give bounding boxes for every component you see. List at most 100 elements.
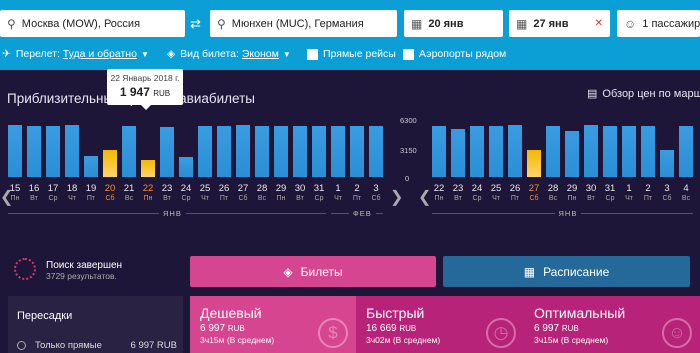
- day-label[interactable]: 19 Пт: [83, 183, 100, 202]
- price-bar[interactable]: [679, 126, 693, 177]
- tab-tickets[interactable]: ◈ Билеты: [190, 256, 436, 287]
- price-bar[interactable]: [470, 126, 484, 177]
- price-bar[interactable]: [65, 125, 79, 177]
- direct-flights-checkbox[interactable]: Прямые рейсы: [307, 48, 396, 60]
- direct-only-option[interactable]: Только прямые 6 997 RUB: [17, 340, 177, 351]
- price-bar[interactable]: [603, 126, 617, 177]
- price-bar[interactable]: [584, 125, 598, 177]
- day-label[interactable]: 17 Ср: [45, 183, 62, 202]
- weekday-label: Ср: [472, 195, 482, 202]
- price-bar[interactable]: [27, 126, 41, 177]
- price-bar[interactable]: [660, 150, 674, 177]
- day-label[interactable]: 2 Пт: [349, 183, 366, 202]
- nearby-airports-label: Аэропорты рядом: [419, 48, 507, 60]
- nearby-airports-checkbox[interactable]: Аэропорты рядом: [403, 48, 506, 60]
- day-label[interactable]: 24 Ср: [469, 183, 486, 202]
- sort-cheapest-card[interactable]: Дешевый 6 997 RUB 3ч15м (В среднем) $: [190, 296, 356, 353]
- clear-return-icon[interactable]: ✕: [595, 18, 603, 29]
- day-label[interactable]: 22 Пн: [431, 183, 448, 202]
- price-bar[interactable]: [293, 126, 307, 177]
- day-label[interactable]: 1 Чт: [330, 183, 347, 202]
- price-overview-link[interactable]: ▤ Обзор цен по маршруту: [587, 87, 700, 100]
- price-bar[interactable]: [103, 150, 117, 177]
- price-bar[interactable]: [489, 126, 503, 177]
- price-bar[interactable]: [84, 155, 98, 177]
- price-bar[interactable]: [350, 126, 364, 177]
- day-label[interactable]: 2 Пт: [640, 183, 657, 202]
- price-bar[interactable]: [46, 126, 60, 177]
- origin-field[interactable]: ⚲ Москва (MOW), Россия: [0, 10, 185, 37]
- price-bar[interactable]: [179, 156, 193, 177]
- price-bar[interactable]: [451, 129, 465, 177]
- day-label[interactable]: 22 Пн: [140, 183, 157, 202]
- day-label[interactable]: 30 Вт: [292, 183, 309, 202]
- day-label[interactable]: 3 Сб: [368, 183, 385, 202]
- ticket-icon: ◈: [167, 48, 176, 60]
- destination-field[interactable]: ⚲ Мюнхен (MUC), Германия: [210, 10, 397, 37]
- weekday-label: Сб: [662, 195, 672, 202]
- smile-icon: ☺: [662, 318, 692, 348]
- day-label[interactable]: 1 Чт: [621, 183, 638, 202]
- day-label[interactable]: 15 Пн: [7, 183, 24, 202]
- price-bar[interactable]: [369, 126, 383, 177]
- day-label[interactable]: 20 Сб: [102, 183, 119, 202]
- day-label[interactable]: 26 Пт: [216, 183, 233, 202]
- day-label[interactable]: 27 Сб: [235, 183, 252, 202]
- chart-next-arrow[interactable]: ❯: [390, 187, 403, 207]
- day-label[interactable]: 18 Чт: [64, 183, 81, 202]
- price-bar[interactable]: [141, 159, 155, 177]
- chart-prev-arrow-return[interactable]: ❮: [418, 187, 431, 207]
- tab-schedule[interactable]: ▦ Расписание: [443, 256, 690, 287]
- day-label[interactable]: 23 Вт: [159, 183, 176, 202]
- day-label[interactable]: 27 Сб: [526, 183, 543, 202]
- price-bar[interactable]: [331, 126, 345, 177]
- price-bar[interactable]: [217, 126, 231, 177]
- price-bar[interactable]: [622, 126, 636, 177]
- day-label[interactable]: 4 Вс: [678, 183, 695, 202]
- trip-type-label: Перелет:: [15, 48, 60, 60]
- price-bar[interactable]: [527, 150, 541, 177]
- trip-type-dropdown[interactable]: ✈ Перелет: Туда и обратно ▼: [2, 48, 149, 60]
- day-label[interactable]: 16 Вт: [26, 183, 43, 202]
- day-label[interactable]: 29 Пн: [273, 183, 290, 202]
- price-bar[interactable]: [565, 130, 579, 177]
- price-bar[interactable]: [274, 126, 288, 177]
- day-label[interactable]: 26 Пт: [507, 183, 524, 202]
- price-bar[interactable]: [508, 125, 522, 177]
- day-label[interactable]: 23 Вт: [450, 183, 467, 202]
- weekday-label: Чт: [334, 195, 342, 202]
- day-label[interactable]: 29 Пн: [564, 183, 581, 202]
- chevron-down-icon: ▼: [282, 49, 291, 59]
- price-bar[interactable]: [546, 126, 560, 177]
- weekday-label: Ср: [605, 195, 615, 202]
- sort-fastest-card[interactable]: Быстрый 16 669 RUB 3ч02м (В среднем) ◷: [356, 296, 524, 353]
- day-label[interactable]: 25 Чт: [197, 183, 214, 202]
- price-bar[interactable]: [641, 126, 655, 177]
- ticket-class-dropdown[interactable]: ◈ Вид билета: Эконом ▼: [167, 48, 291, 60]
- price-bar[interactable]: [198, 126, 212, 177]
- day-label[interactable]: 28 Вс: [545, 183, 562, 202]
- price-bar[interactable]: [8, 125, 22, 177]
- return-date-field[interactable]: ▦ 27 янв ✕: [509, 10, 610, 37]
- weekday-label: Ср: [314, 195, 324, 202]
- day-label[interactable]: 3 Сб: [659, 183, 676, 202]
- price-bar[interactable]: [122, 126, 136, 177]
- price-bar[interactable]: [236, 125, 250, 177]
- day-label[interactable]: 31 Ср: [602, 183, 619, 202]
- trip-type-value: Туда и обратно: [62, 48, 137, 60]
- swap-icon[interactable]: ⇄: [190, 16, 201, 32]
- day-label[interactable]: 25 Чт: [488, 183, 505, 202]
- day-label[interactable]: 31 Ср: [311, 183, 328, 202]
- sort-optimal-card[interactable]: Оптимальный 6 997 RUB 3ч15м (В среднем) …: [524, 296, 700, 353]
- day-label[interactable]: 28 Вс: [254, 183, 271, 202]
- weekday-label: Пт: [352, 195, 362, 202]
- price-bar[interactable]: [255, 126, 269, 177]
- day-label[interactable]: 21 Вс: [121, 183, 138, 202]
- depart-date-field[interactable]: ▦ 20 янв: [404, 10, 503, 37]
- passengers-field[interactable]: ☺ 1 пассажир: [617, 10, 700, 37]
- price-bar[interactable]: [432, 126, 446, 177]
- price-bar[interactable]: [312, 126, 326, 177]
- price-bar[interactable]: [160, 127, 174, 177]
- day-label[interactable]: 30 Вт: [583, 183, 600, 202]
- day-label[interactable]: 24 Ср: [178, 183, 195, 202]
